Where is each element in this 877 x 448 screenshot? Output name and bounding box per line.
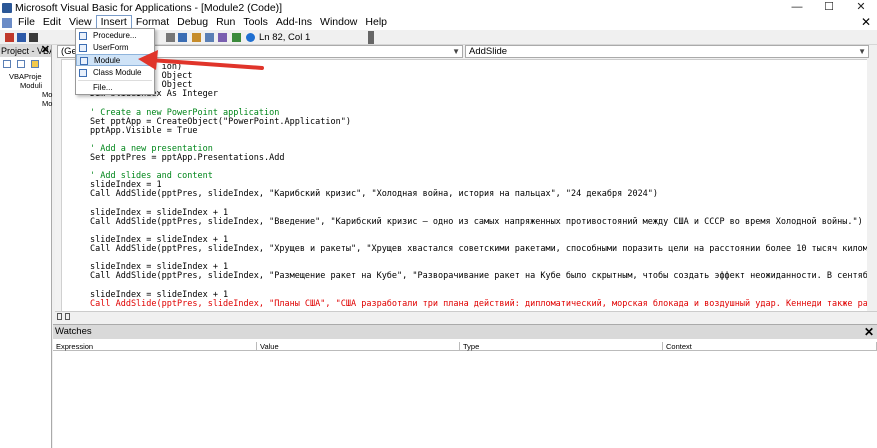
help-icon[interactable] [246, 33, 255, 42]
column-value[interactable]: Value [257, 342, 460, 351]
vba-app-icon [2, 2, 12, 13]
close-icon[interactable]: ✕ [41, 45, 50, 56]
toggle-folders-icon[interactable] [31, 60, 39, 68]
close-window-button[interactable]: ✕ [845, 0, 877, 15]
chevron-down-icon[interactable]: ▼ [452, 46, 460, 57]
menu-item-module[interactable]: Module [76, 54, 154, 66]
properties-icon[interactable] [218, 33, 227, 42]
menu-separator [78, 80, 152, 81]
break-icon[interactable] [166, 33, 175, 42]
chevron-down-icon[interactable]: ▼ [858, 46, 866, 57]
insert-object-icon[interactable] [17, 33, 26, 42]
view-code-icon[interactable] [3, 60, 11, 68]
code-line: Call AddSlide(pptPres, slideIndex, "План… [90, 298, 867, 309]
watches-window: Watches ✕ Expression Value Type Context [53, 324, 877, 448]
module-icon [80, 57, 88, 65]
menu-add-ins[interactable]: Add-Ins [272, 15, 316, 30]
menu-debug[interactable]: Debug [173, 15, 212, 30]
window-controls: — ☐ ✕ [781, 0, 877, 15]
reset-icon[interactable] [178, 33, 187, 42]
menu-edit[interactable]: Edit [39, 15, 65, 30]
userform-icon [79, 44, 87, 52]
menu-item-class-module[interactable]: Class Module [76, 67, 154, 79]
column-expression[interactable]: Expression [53, 342, 257, 351]
menu-item-procedure[interactable]: Procedure... [76, 30, 154, 42]
column-context[interactable]: Context [663, 342, 877, 351]
cursor-position: Ln 82, Col 1 [259, 32, 311, 43]
menu-item-file[interactable]: File... [76, 82, 154, 94]
menu-run[interactable]: Run [212, 15, 239, 30]
code-line: Call AddSlide(pptPres, slideIndex, "Введ… [90, 216, 863, 227]
full-module-view-icon[interactable] [65, 313, 70, 320]
horizontal-scrollbar[interactable] [55, 311, 877, 321]
vertical-scrollbar[interactable] [867, 59, 877, 311]
menu-file[interactable]: File [14, 15, 39, 30]
title-bar: Microsoft Visual Basic for Applications … [0, 0, 877, 15]
close-icon[interactable]: ✕ [861, 15, 871, 30]
tree-item-vbaproject[interactable]: VBAProje [0, 72, 51, 81]
watches-header: Watches ✕ [53, 325, 877, 339]
insert-menu-dropdown: Procedure... UserForm Module Class Modul… [75, 28, 155, 95]
menu-window[interactable]: Window [316, 15, 361, 30]
procedure-icon [79, 32, 87, 40]
maximize-button[interactable]: ☐ [813, 0, 845, 15]
watches-columns: Expression Value Type Context [53, 342, 877, 351]
project-explorer-header: Project - VBA ✕ [0, 45, 51, 57]
project-explorer-icon[interactable] [205, 33, 214, 42]
window-title: Microsoft Visual Basic for Applications … [15, 1, 283, 14]
menu-tools[interactable]: Tools [239, 15, 272, 30]
procedure-view-icon[interactable] [57, 313, 62, 320]
watches-title: Watches [55, 326, 92, 337]
toolbar-grip[interactable] [368, 31, 374, 44]
tree-item-module2[interactable]: Mo [0, 99, 52, 108]
excel-view-icon[interactable] [5, 33, 14, 42]
code-line: pptApp.Visible = True [90, 125, 198, 136]
procedure-combo-value: AddSlide [469, 46, 508, 57]
close-icon[interactable]: ✕ [864, 325, 874, 339]
tree-item-modules-folder[interactable]: Moduli [0, 81, 51, 90]
code-editor[interactable]: ion) Object ObjectDim slideIndex As Inte… [62, 59, 867, 311]
vba-menu-icon[interactable] [2, 17, 12, 28]
code-line: Call AddSlide(pptPres, slideIndex, "Хрущ… [90, 244, 867, 254]
project-tools [0, 57, 51, 71]
menu-help[interactable]: Help [361, 15, 391, 30]
class-module-icon [79, 69, 87, 77]
procedure-combo[interactable]: AddSlide ▼ [465, 45, 869, 58]
object-browser-icon[interactable] [232, 33, 241, 42]
project-explorer: Project - VBA ✕ VBAProje Moduli Mo Mo [0, 45, 52, 448]
design-mode-icon[interactable] [192, 33, 201, 42]
tree-item-module1[interactable]: Mo [0, 90, 52, 99]
code-line: Set pptPres = pptApp.Presentations.Add [90, 153, 285, 163]
minimize-button[interactable]: — [781, 0, 813, 15]
code-line: Call AddSlide(pptPres, slideIndex, "Разм… [90, 271, 867, 282]
code-line: Call AddSlide(pptPres, slideIndex, "Кари… [90, 189, 659, 200]
code-margin [55, 59, 62, 311]
view-object-icon[interactable] [17, 60, 25, 68]
save-icon[interactable] [29, 33, 38, 42]
column-type[interactable]: Type [460, 342, 663, 351]
menu-item-userform[interactable]: UserForm [76, 42, 154, 54]
